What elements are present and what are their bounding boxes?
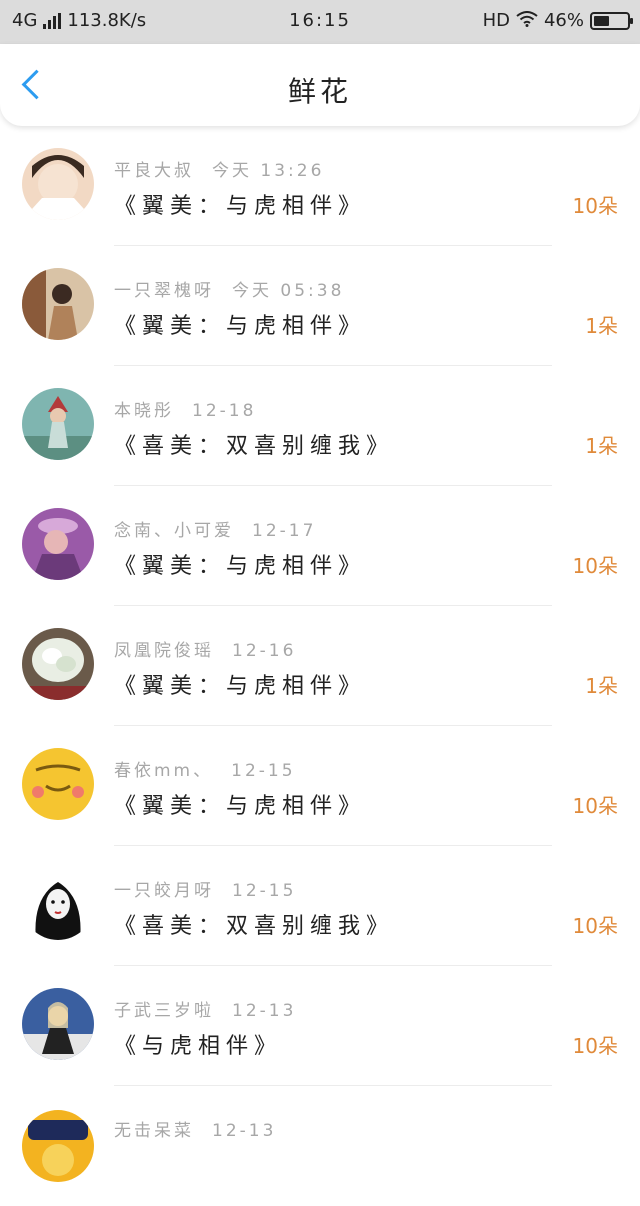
item-meta: 春依mm、 12-15 bbox=[114, 756, 296, 781]
user-name: 平良大叔 bbox=[114, 161, 194, 181]
page-title: 鲜花 bbox=[287, 75, 352, 108]
flower-count: 1朵 bbox=[585, 434, 618, 458]
user-name: 凤凰院俊瑶 bbox=[114, 641, 214, 661]
gift-title: 《翼美：与虎相伴》 bbox=[114, 194, 367, 219]
battery-icon bbox=[590, 11, 633, 30]
avatar[interactable] bbox=[22, 388, 94, 460]
battery-percent: 46% bbox=[543, 10, 584, 31]
item-time: 12-16 bbox=[232, 641, 297, 661]
item-time: 今天 05:38 bbox=[232, 281, 345, 301]
item-meta: 子武三岁啦 12-13 bbox=[114, 996, 296, 1021]
item-time: 12-15 bbox=[231, 761, 296, 781]
user-name: 子武三岁啦 bbox=[114, 1001, 214, 1021]
list-item[interactable]: 一只翠槐呀 今天 05:38 《翼美：与虎相伴》 1朵 bbox=[0, 246, 640, 366]
avatar[interactable] bbox=[22, 508, 94, 580]
avatar[interactable] bbox=[22, 628, 94, 700]
avatar[interactable] bbox=[22, 988, 94, 1060]
list-item[interactable]: 一只皎月呀 12-15 《喜美：双喜别缠我》 10朵 bbox=[0, 846, 640, 966]
item-meta: 凤凰院俊瑶 12-16 bbox=[114, 636, 296, 661]
gift-title: 《与虎相伴》 bbox=[114, 1034, 283, 1059]
user-name: 春依mm、 bbox=[114, 761, 214, 781]
list-item[interactable]: 念南、小可爱 12-17 《翼美：与虎相伴》 10朵 bbox=[0, 486, 640, 606]
gift-title: 《翼美：与虎相伴》 bbox=[114, 314, 367, 339]
avatar[interactable] bbox=[22, 868, 94, 940]
nav-bar: 鲜花 bbox=[0, 44, 640, 126]
flower-count: 10朵 bbox=[572, 794, 618, 818]
user-name: 本晓彤 bbox=[114, 401, 174, 421]
hd-label: HD bbox=[482, 10, 510, 31]
gift-title: 《喜美：双喜别缠我》 bbox=[114, 434, 395, 459]
wifi-icon bbox=[516, 10, 538, 31]
flower-count: 10朵 bbox=[572, 554, 618, 578]
flower-count: 10朵 bbox=[572, 914, 618, 938]
item-time: 12-18 bbox=[192, 401, 257, 421]
item-time: 12-15 bbox=[232, 881, 297, 901]
avatar[interactable] bbox=[22, 268, 94, 340]
status-bar: 4G 113.8K/s 16:15 HD 46% bbox=[0, 0, 640, 44]
user-name: 一只翠槐呀 bbox=[114, 281, 214, 301]
user-name: 一只皎月呀 bbox=[114, 881, 214, 901]
list-item[interactable]: 凤凰院俊瑶 12-16 《翼美：与虎相伴》 1朵 bbox=[0, 606, 640, 726]
avatar[interactable] bbox=[22, 748, 94, 820]
avatar[interactable] bbox=[22, 1110, 94, 1182]
item-meta: 本晓彤 12-18 bbox=[114, 396, 256, 421]
item-time: 12-17 bbox=[252, 521, 317, 541]
gift-title: 《翼美：与虎相伴》 bbox=[114, 554, 367, 579]
battery-fill bbox=[594, 15, 609, 26]
list-item[interactable]: 平良大叔 今天 13:26 《翼美：与虎相伴》 10朵 bbox=[0, 126, 640, 246]
item-meta: 一只皎月呀 12-15 bbox=[114, 876, 296, 901]
user-name: 无击呆菜 bbox=[114, 1121, 194, 1141]
item-meta: 无击呆菜 12-13 bbox=[114, 1116, 276, 1141]
flower-count: 10朵 bbox=[572, 1034, 618, 1058]
user-name: 念南、小可爱 bbox=[114, 521, 234, 541]
item-time: 12-13 bbox=[232, 1001, 297, 1021]
gift-title: 《喜美：双喜别缠我》 bbox=[114, 914, 395, 939]
list-item[interactable]: 无击呆菜 12-13 bbox=[0, 1086, 640, 1206]
item-meta: 一只翠槐呀 今天 05:38 bbox=[114, 276, 344, 301]
avatar[interactable] bbox=[22, 148, 94, 220]
list-item[interactable]: 子武三岁啦 12-13 《与虎相伴》 10朵 bbox=[0, 966, 640, 1086]
gift-list: 平良大叔 今天 13:26 《翼美：与虎相伴》 10朵 一只翠槐呀 今天 05:38… bbox=[0, 126, 640, 1206]
list-item[interactable]: 本晓彤 12-18 《喜美：双喜别缠我》 1朵 bbox=[0, 366, 640, 486]
gift-title: 《翼美：与虎相伴》 bbox=[114, 794, 367, 819]
list-item[interactable]: 春依mm、 12-15 《翼美：与虎相伴》 10朵 bbox=[0, 726, 640, 846]
gift-title: 《翼美：与虎相伴》 bbox=[114, 674, 367, 699]
status-right: HD 46% bbox=[482, 10, 633, 31]
item-meta: 念南、小可爱 12-17 bbox=[114, 516, 316, 541]
flower-count: 1朵 bbox=[585, 674, 618, 698]
flower-count: 1朵 bbox=[585, 314, 618, 338]
item-time: 今天 13:26 bbox=[212, 161, 325, 181]
item-time: 12-13 bbox=[212, 1121, 277, 1141]
item-meta: 平良大叔 今天 13:26 bbox=[114, 156, 324, 181]
flower-count: 10朵 bbox=[572, 194, 618, 218]
